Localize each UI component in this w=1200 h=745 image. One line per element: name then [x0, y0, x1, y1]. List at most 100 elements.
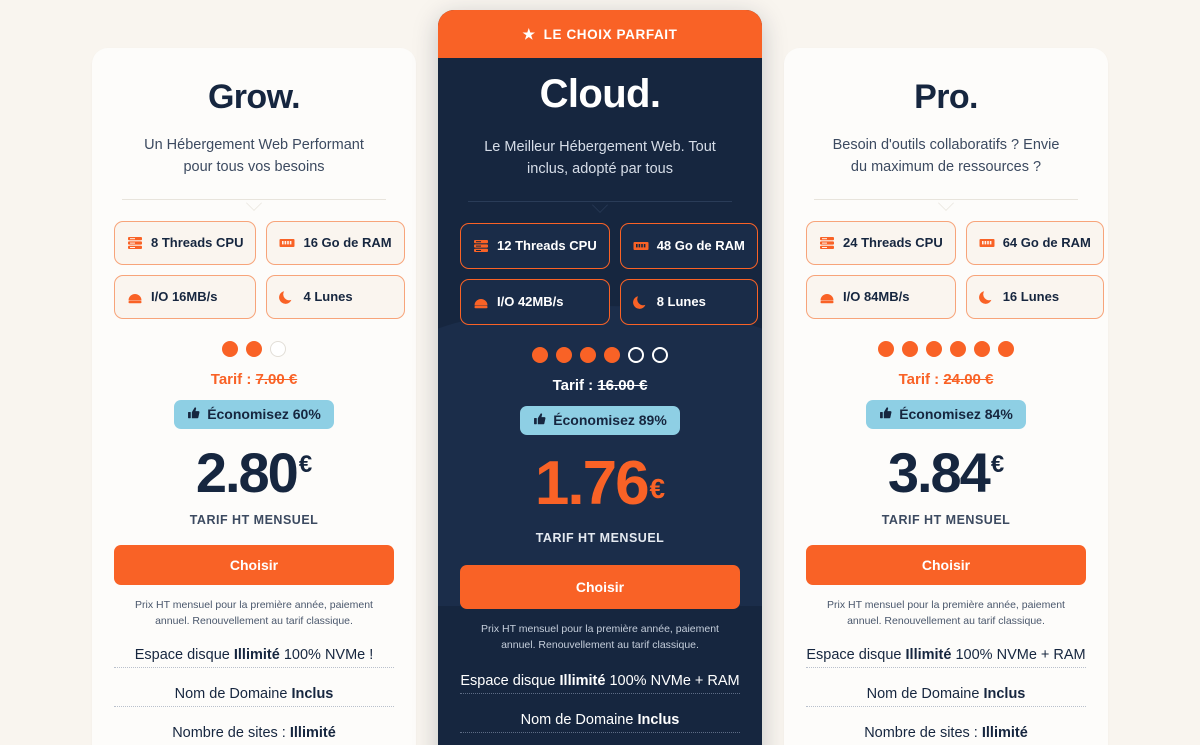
spec-chip-ram: 16 Go de RAM — [266, 220, 405, 265]
pricing-card-cloud[interactable]: ★ LE CHOIX PARFAIT Cloud. Le Meilleur Hé… — [438, 10, 762, 745]
cpu-server-icon — [819, 235, 835, 251]
original-price: 24.00 € — [943, 370, 994, 388]
ram-stick-icon — [979, 235, 995, 251]
spec-chip-grid: 12 Threads CPU 48 Go de RAM I/O 42MB/s 8… — [460, 222, 758, 325]
tarif-label: Tarif : — [552, 376, 594, 394]
thumbs-up-icon — [533, 412, 547, 429]
feature-item: Espace disque Illimité 100% NVMe + RAM — [806, 647, 1086, 669]
spec-chip-label: 8 Lunes — [656, 294, 706, 309]
original-price: 7.00 € — [255, 370, 298, 388]
ram-stick-icon — [279, 235, 295, 251]
hard-drive-icon — [473, 294, 489, 310]
cpu-server-icon — [127, 235, 143, 251]
pricing-card-pro[interactable]: Pro. Besoin d'outils collaboratifs ? Env… — [784, 48, 1108, 745]
resource-level-dots — [460, 346, 740, 363]
spec-chip-ram: 64 Go de RAM — [965, 220, 1104, 265]
price-note: TARIF HT MENSUEL — [535, 530, 665, 545]
price-display: 1.76 € — [460, 448, 740, 518]
price-currency: € — [990, 450, 1005, 478]
spec-chip-label: 16 Lunes — [1002, 289, 1060, 304]
section-divider — [814, 194, 1078, 211]
spec-chip-lunes: 4 Lunes — [266, 274, 405, 319]
ram-stick-icon — [633, 238, 649, 254]
price-display: 3.84 € — [806, 444, 1086, 501]
spec-chip-lunes: 8 Lunes — [619, 278, 758, 325]
pricing-page: Grow. Un Hébergement Web Performant pour… — [0, 0, 1200, 745]
fineprint: Prix HT mensuel pour la première année, … — [135, 598, 373, 628]
moon-icon — [632, 294, 649, 310]
spec-chip-label: 16 Go de RAM — [303, 235, 392, 250]
hard-drive-icon — [819, 289, 835, 305]
spec-chip-io: I/O 42MB/s — [460, 278, 610, 325]
moon-icon — [978, 289, 995, 305]
plan-title: Grow. — [207, 78, 301, 116]
savings-badge-label: Économisez 89% — [553, 412, 667, 428]
feature-item: Espace disque Illimité 100% NVMe + RAM — [460, 673, 740, 695]
spec-chip-label: 8 Threads CPU — [151, 235, 244, 250]
spec-chip-label: 64 Go de RAM — [1002, 235, 1091, 250]
spec-chip-io: I/O 84MB/s — [806, 274, 956, 319]
feature-item: Nombre de sites : Illimité — [114, 725, 394, 745]
spec-chip-grid: 24 Threads CPU 64 Go de RAM I/O 84MB/s 1… — [806, 220, 1104, 319]
price-display: 2.80 € — [114, 440, 394, 504]
spec-chip-grid: 8 Threads CPU 16 Go de RAM I/O 16MB/s 4 … — [114, 220, 405, 319]
plan-title: Pro. — [914, 78, 978, 116]
choose-plan-button[interactable]: Choisir — [460, 564, 740, 609]
spec-chip-cpu: 12 Threads CPU — [460, 222, 610, 269]
savings-badge: Économisez 89% — [520, 405, 680, 435]
price-amount: 2.80 — [195, 440, 299, 504]
price-note: TARIF HT MENSUEL — [189, 512, 319, 527]
moon-icon — [279, 289, 295, 305]
spec-chip-label: I/O 16MB/s — [151, 289, 218, 304]
feature-item: Nombre de sites : Illimité — [806, 725, 1086, 745]
pricing-card-grow[interactable]: Grow. Un Hébergement Web Performant pour… — [92, 48, 416, 745]
price-amount: 1.76 — [534, 448, 650, 518]
plan-title: Cloud. — [539, 72, 661, 116]
spec-chip-label: 4 Lunes — [303, 289, 353, 304]
spec-chip-cpu: 24 Threads CPU — [806, 220, 956, 265]
spec-chip-label: I/O 42MB/s — [497, 294, 564, 309]
spec-chip-cpu: 8 Threads CPU — [114, 220, 257, 265]
feature-item: Espace disque Illimité 100% NVMe ! — [114, 647, 394, 669]
cpu-server-icon — [473, 238, 489, 254]
price-currency: € — [298, 450, 313, 478]
ribbon-label: LE CHOIX PARFAIT — [543, 26, 678, 42]
feature-item: Nom de Domaine Inclus — [460, 712, 740, 734]
thumbs-up-icon — [879, 406, 893, 423]
choose-plan-button[interactable]: Choisir — [806, 544, 1086, 585]
spec-chip-label: I/O 84MB/s — [843, 289, 910, 304]
feature-list: Espace disque Illimité 100% NVMe + RAM N… — [806, 646, 1086, 745]
savings-badge-label: Économisez 60% — [207, 406, 321, 422]
section-divider — [468, 196, 732, 213]
plan-subtitle: Le Meilleur Hébergement Web. Tout inclus… — [484, 139, 716, 177]
fineprint: Prix HT mensuel pour la première année, … — [481, 622, 719, 652]
section-divider — [122, 194, 386, 211]
choose-plan-button[interactable]: Choisir — [114, 544, 394, 585]
feature-item: Nom de Domaine Inclus — [806, 686, 1086, 708]
best-choice-ribbon: ★ LE CHOIX PARFAIT — [438, 10, 762, 58]
spec-chip-label: 48 Go de RAM — [656, 238, 745, 253]
spec-chip-ram: 48 Go de RAM — [619, 222, 758, 269]
tarif-label: Tarif : — [898, 370, 940, 388]
spec-chip-label: 24 Threads CPU — [843, 235, 943, 250]
plan-subtitle: Un Hébergement Web Performant pour tous … — [144, 137, 364, 175]
savings-badge: Économisez 60% — [174, 399, 334, 429]
feature-item: Nom de Domaine Inclus — [114, 686, 394, 708]
thumbs-up-icon — [187, 406, 201, 423]
feature-list: Espace disque Illimité 100% NVMe + RAM N… — [460, 672, 740, 745]
original-price-row: Tarif : 16.00 € — [460, 377, 740, 394]
pricing-cards-row: Grow. Un Hébergement Web Performant pour… — [0, 0, 1200, 745]
hard-drive-icon — [127, 289, 143, 305]
original-price: 16.00 € — [597, 376, 648, 394]
price-currency: € — [649, 472, 666, 504]
tarif-label: Tarif : — [210, 370, 252, 388]
resource-level-dots — [114, 340, 394, 357]
savings-badge: Économisez 84% — [866, 399, 1026, 429]
original-price-row: Tarif : 24.00 € — [806, 371, 1086, 388]
spec-chip-label: 12 Threads CPU — [497, 238, 597, 253]
plan-subtitle: Besoin d'outils collaboratifs ? Envie du… — [832, 137, 1060, 175]
savings-badge-label: Économisez 84% — [899, 406, 1013, 422]
price-note: TARIF HT MENSUEL — [881, 512, 1011, 527]
original-price-row: Tarif : 7.00 € — [114, 371, 394, 388]
resource-level-dots — [806, 340, 1086, 357]
